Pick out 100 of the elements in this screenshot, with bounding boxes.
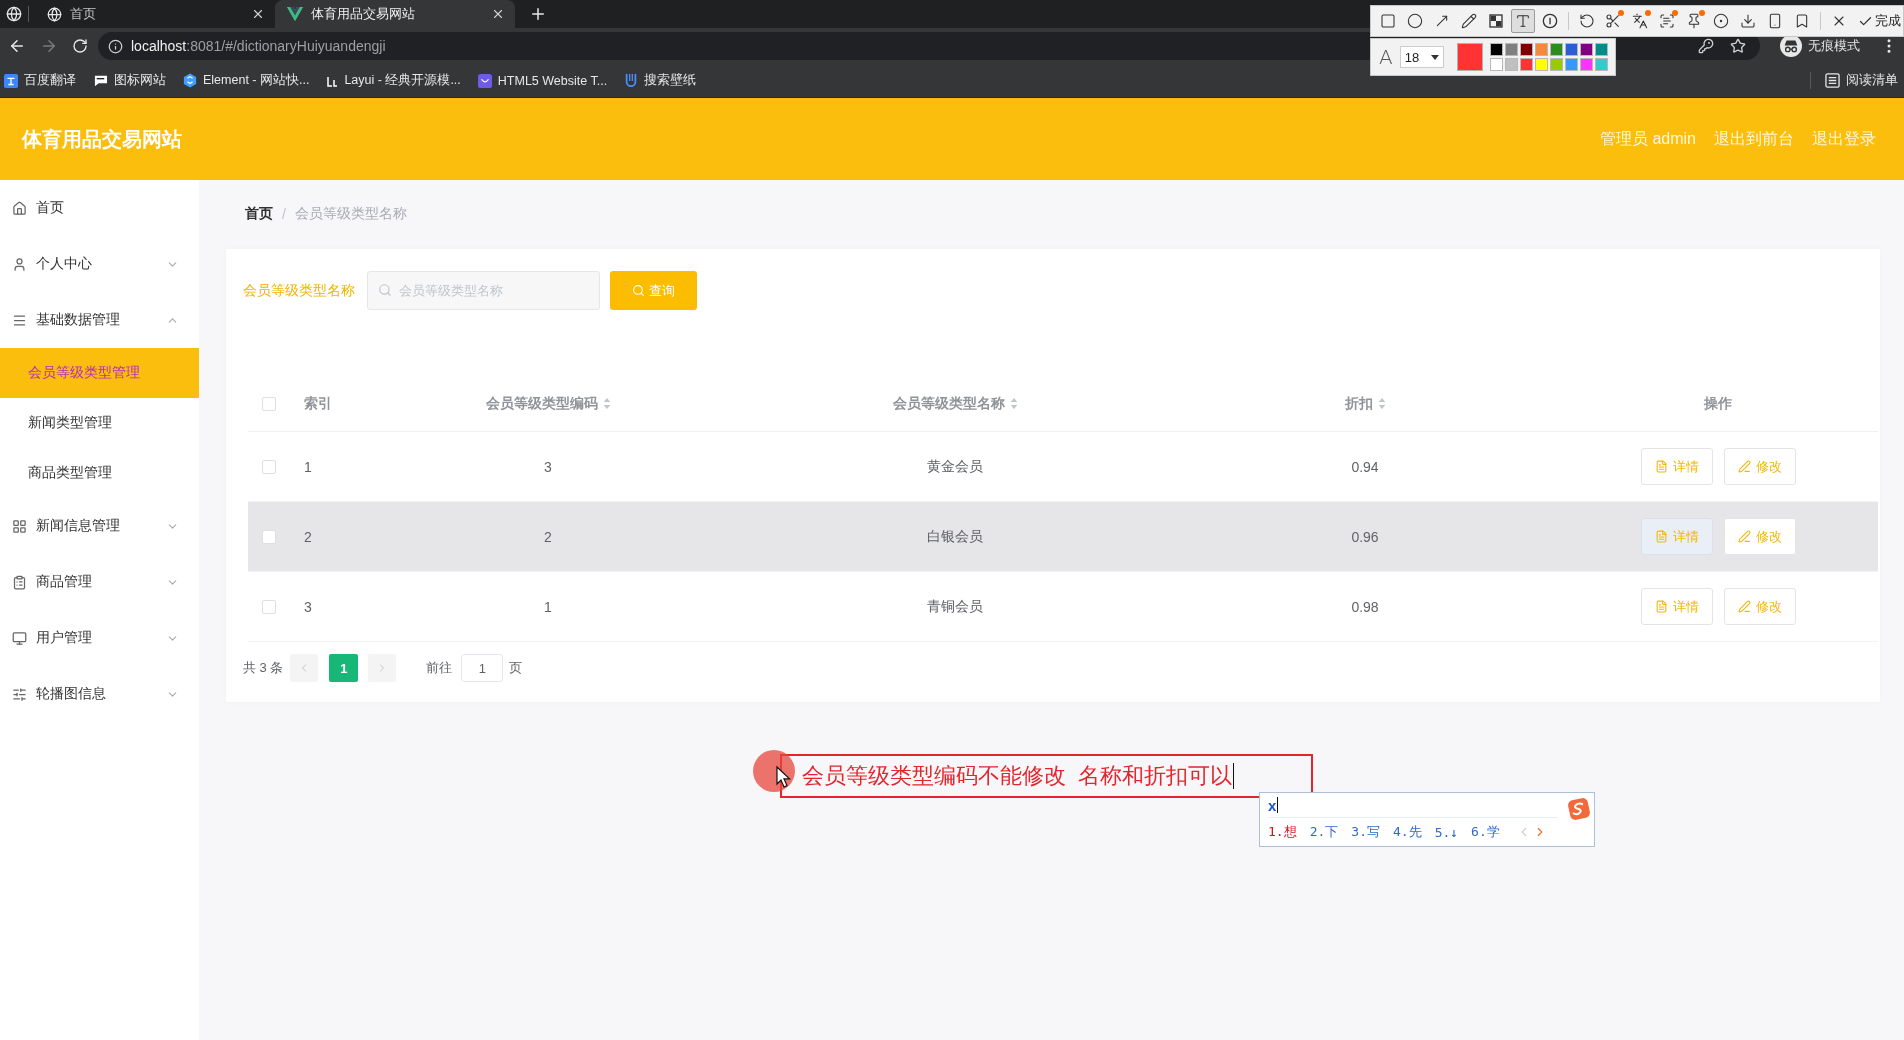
document-icon bbox=[1654, 530, 1668, 543]
circle-icon bbox=[1406, 13, 1423, 29]
monitor-icon bbox=[12, 630, 27, 646]
ime-candidate[interactable]: 1.想 bbox=[1268, 823, 1297, 841]
counter-icon bbox=[1541, 13, 1558, 29]
globe-icon bbox=[47, 6, 62, 22]
translate-icon bbox=[1632, 13, 1649, 29]
color-swatch-icon[interactable] bbox=[1489, 43, 1503, 56]
sidebar-item[interactable]: 新闻信息管理 bbox=[0, 498, 199, 554]
sidebar-item[interactable]: 轮播图信息 bbox=[0, 666, 199, 722]
table-cell-text: 0.94 bbox=[1350, 458, 1380, 475]
color-swatch-icon[interactable] bbox=[1594, 43, 1608, 56]
close-icon[interactable] bbox=[491, 7, 505, 21]
sidebar-subitem[interactable]: 商品类型管理 bbox=[0, 448, 199, 498]
color-swatch-icon[interactable] bbox=[1504, 43, 1518, 56]
table-cell-text: 黄金会员 bbox=[926, 457, 984, 476]
forward-icon[interactable] bbox=[40, 37, 58, 55]
ime-candidate[interactable]: 4.先 bbox=[1392, 823, 1422, 841]
globe-icon[interactable] bbox=[6, 6, 22, 22]
color-swatch-icon[interactable] bbox=[1519, 58, 1533, 71]
sidebar-item[interactable]: 首页 bbox=[0, 180, 199, 236]
browser-tab[interactable]: 首页 bbox=[35, 0, 275, 28]
sidebar-item[interactable]: 个人中心 bbox=[0, 236, 199, 292]
close-icon[interactable] bbox=[251, 7, 265, 21]
bookmark-link[interactable]: HTML5 Website T... bbox=[477, 73, 608, 88]
goto-label: 前往 bbox=[426, 659, 453, 677]
bookmark-link[interactable]: 搜索壁纸 bbox=[624, 72, 697, 89]
bracket-favicon-icon bbox=[624, 73, 639, 88]
mouse-cursor-icon bbox=[752, 749, 796, 795]
reload-icon[interactable] bbox=[72, 38, 88, 54]
ime-candidate[interactable]: 3.写 bbox=[1351, 823, 1380, 841]
sort-icon bbox=[1377, 397, 1386, 410]
color-swatch-icon[interactable] bbox=[1564, 58, 1578, 71]
tile-favicon-icon bbox=[4, 73, 18, 88]
ime-candidate[interactable]: 5.↓ bbox=[1434, 824, 1459, 840]
checkbox[interactable] bbox=[262, 396, 276, 411]
ime-input-text: x bbox=[1268, 796, 1277, 814]
ime-candidate[interactable]: 2.下 bbox=[1309, 823, 1339, 841]
table-cell-text: 3 bbox=[543, 458, 553, 475]
bookmark-link[interactable]: 百度翻译 bbox=[4, 72, 76, 89]
table-cell-text: 白银会员 bbox=[926, 527, 984, 546]
breadcrumb-separator: / bbox=[282, 206, 286, 222]
sort-icon bbox=[602, 397, 611, 410]
flag-favicon-icon bbox=[93, 73, 108, 88]
sidebar-subitem[interactable]: 新闻类型管理 bbox=[0, 398, 199, 448]
bookmark-link[interactable]: 图标网站 bbox=[93, 72, 166, 89]
color-swatch-icon[interactable] bbox=[1594, 58, 1608, 71]
color-swatch-icon[interactable] bbox=[1549, 43, 1563, 56]
column-header: 操作 bbox=[1704, 394, 1732, 413]
ime-candidate[interactable]: 6.学 bbox=[1471, 823, 1500, 841]
color-swatch-icon[interactable] bbox=[1504, 58, 1518, 71]
font-size-select[interactable]: 18 bbox=[1399, 46, 1444, 68]
key-icon[interactable] bbox=[1698, 38, 1714, 54]
reading-list-button[interactable]: 阅读清单 bbox=[1810, 72, 1898, 89]
document-icon bbox=[1654, 600, 1668, 613]
back-icon[interactable] bbox=[8, 37, 26, 55]
annotation-text: 会员等级类型编码不能修改 名称和折扣可以 bbox=[802, 762, 1233, 790]
color-swatch-icon[interactable] bbox=[1564, 43, 1578, 56]
checkbox[interactable] bbox=[262, 599, 276, 614]
sidebar-item[interactable]: 基础数据管理 bbox=[0, 292, 199, 348]
reading-list-icon bbox=[1825, 73, 1840, 88]
text-caret bbox=[1277, 797, 1279, 813]
bookmark-link[interactable]: Layui - 经典开源模... bbox=[326, 72, 461, 89]
table-cell-text: 0.98 bbox=[1350, 598, 1380, 615]
color-swatch-icon[interactable] bbox=[1534, 58, 1548, 71]
bookmark-link[interactable]: Element - 网站快... bbox=[183, 72, 310, 89]
checkbox[interactable] bbox=[262, 459, 276, 474]
search-icon bbox=[378, 283, 392, 297]
list-icon bbox=[12, 312, 27, 328]
plus-icon[interactable] bbox=[529, 5, 547, 23]
breadcrumb-item[interactable]: 首页 bbox=[245, 205, 273, 223]
annotation-box[interactable]: 会员等级类型编码不能修改 名称和折扣可以 bbox=[780, 754, 1313, 798]
table-cell-text: 2 bbox=[543, 528, 553, 545]
color-swatch-icon[interactable] bbox=[1489, 58, 1503, 71]
browser-tab[interactable]: 体育用品交易网站 bbox=[275, 0, 515, 28]
badge-dot-icon bbox=[1618, 10, 1625, 16]
text-caret bbox=[1233, 763, 1235, 789]
document-icon bbox=[1654, 460, 1668, 473]
color-swatch-icon[interactable] bbox=[1579, 43, 1593, 56]
color-swatch-icon[interactable] bbox=[1579, 58, 1593, 71]
info-icon[interactable] bbox=[108, 38, 123, 54]
star-icon[interactable] bbox=[1730, 38, 1746, 54]
caret-icon bbox=[1430, 54, 1439, 60]
site-title: 体育用品交易网站 bbox=[22, 126, 182, 152]
text-tool-icon bbox=[1514, 13, 1531, 29]
table-cell-text: 0.96 bbox=[1350, 528, 1380, 545]
tool-button[interactable] bbox=[1510, 9, 1535, 33]
badge-dot-icon bbox=[1645, 10, 1652, 16]
pen-icon bbox=[1737, 530, 1751, 543]
sidebar-item[interactable]: 用户管理 bbox=[0, 610, 199, 666]
color-swatch-icon[interactable] bbox=[1549, 58, 1563, 71]
sidebar-item[interactable]: 商品管理 bbox=[0, 554, 199, 610]
search-label: 会员等级类型名称 bbox=[243, 281, 355, 300]
page-input[interactable]: 1 bbox=[461, 654, 504, 682]
color-swatch-icon[interactable] bbox=[1534, 43, 1548, 56]
record-icon bbox=[1713, 13, 1730, 29]
checkbox[interactable] bbox=[262, 529, 276, 544]
color-swatch-icon[interactable] bbox=[1519, 43, 1533, 56]
done-button[interactable]: 完成 bbox=[1855, 12, 1903, 30]
color-swatch-icon[interactable] bbox=[1456, 43, 1483, 71]
